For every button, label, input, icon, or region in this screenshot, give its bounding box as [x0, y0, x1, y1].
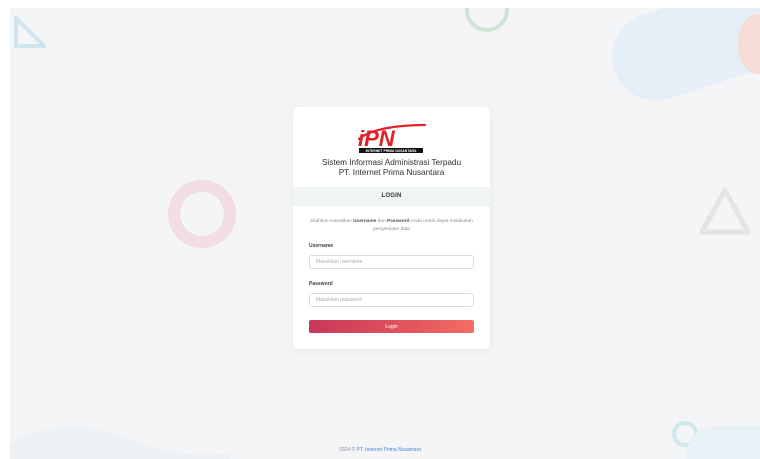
triangle-decoration-icon	[14, 16, 46, 48]
intro-prefix: Silahkan masukkan	[310, 219, 354, 224]
footer-copyright: 2024 ©	[338, 447, 357, 453]
page-title: Sistem Informasi Administrasi Terpadu PT…	[293, 158, 490, 178]
company-logo: iPN INTERNET PRIMA NUSANTARA	[357, 123, 427, 153]
blob-decoration-icon	[600, 8, 760, 113]
login-instructions: Silahkan masukkan Username dan Password …	[303, 218, 480, 234]
circle-decoration-icon	[465, 8, 509, 32]
title-line-2: PT. Internet Prima Nusantara	[338, 168, 445, 177]
intro-password-word: Password	[386, 219, 410, 224]
login-button[interactable]: Login	[309, 320, 474, 333]
login-section-header: LOGIN	[293, 187, 490, 206]
password-input[interactable]	[309, 293, 474, 307]
logo-tagline: INTERNET PRIMA NUSANTARA	[366, 149, 417, 153]
footer-company-link[interactable]: PT. Internet Prima Nusantara	[357, 447, 421, 453]
intro-middle: dan	[376, 219, 387, 224]
password-label: Password	[309, 281, 333, 287]
login-card: iPN INTERNET PRIMA NUSANTARA Sistem Info…	[293, 107, 490, 349]
intro-username-word: Username	[353, 219, 377, 224]
blob-decoration-icon	[686, 426, 760, 459]
username-label: Username	[309, 243, 334, 249]
logo-text: iPN	[358, 126, 396, 151]
footer: 2024 © PT. Internet Prima Nusantara	[0, 447, 760, 453]
title-line-1: Sistem Informasi Administrasi Terpadu	[321, 158, 462, 167]
ring-decoration-icon	[168, 180, 236, 248]
username-input[interactable]	[309, 255, 474, 269]
triangle-decoration-icon	[699, 187, 751, 235]
